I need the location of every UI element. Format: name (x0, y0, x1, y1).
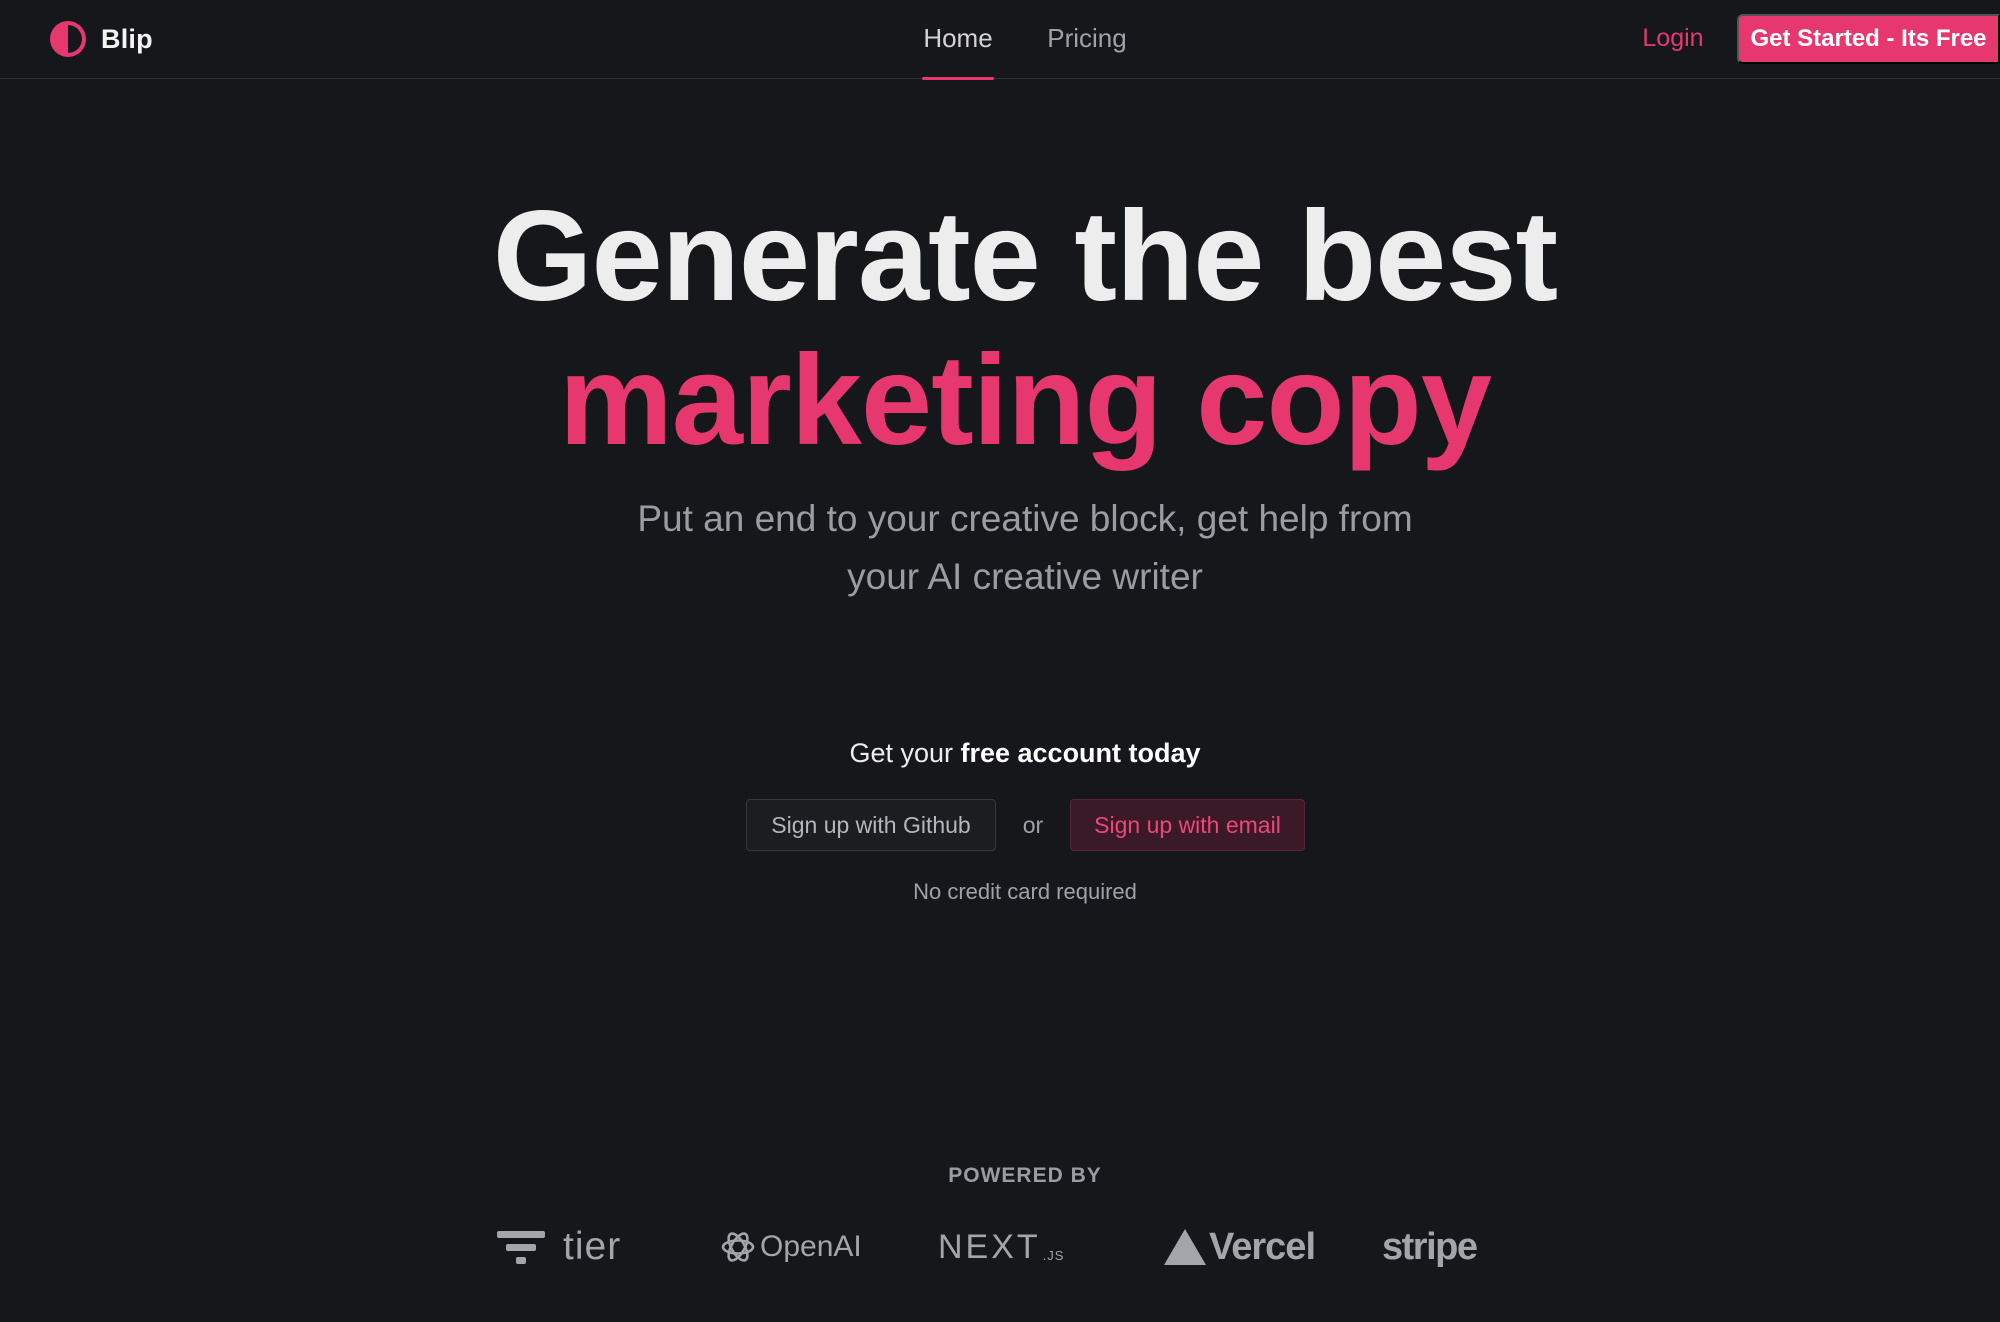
vercel-logo-text: Vercel (1209, 1225, 1316, 1268)
no-credit-card-note: No credit card required (913, 879, 1137, 904)
top-navigation-bar: Blip Home Pricing Login Get Started - It… (0, 0, 2000, 80)
landing-page: Blip Home Pricing Login Get Started - It… (0, 0, 2000, 1322)
half-circle-icon (50, 21, 86, 57)
nav-tab-home[interactable]: Home (922, 0, 994, 80)
tier-logo: tier (497, 1222, 632, 1272)
signup-heading: Get your free account today (0, 736, 2000, 770)
get-started-button[interactable]: Get Started - Its Free (1737, 14, 2000, 64)
nextjs-logo-suffix: .JS (1042, 1247, 1065, 1263)
brand-name: Blip (101, 23, 153, 54)
signup-email-button[interactable]: Sign up with email (1070, 799, 1305, 851)
openai-logo-text: OpenAI (760, 1230, 862, 1263)
brand-home-link[interactable]: Blip (48, 19, 153, 59)
signup-github-button[interactable]: Sign up with Github (746, 799, 996, 851)
tier-logo-icon (497, 1231, 545, 1264)
or-separator: or (1022, 812, 1044, 838)
login-link[interactable]: Login (1630, 0, 1716, 79)
openai-logo: OpenAI (718, 1222, 868, 1272)
openai-logo-icon (721, 1232, 755, 1262)
nav-tab-pricing[interactable]: Pricing (1045, 0, 1129, 79)
hero-subtitle-line1: Put an end to your creative block, get h… (637, 498, 1413, 539)
nextjs-logo-text: NEXT (938, 1227, 1041, 1266)
hero-headline-line2: marketing copy (558, 329, 1492, 472)
tier-logo-text: tier (563, 1225, 622, 1268)
stripe-logo-text: stripe (1382, 1225, 1478, 1268)
vercel-triangle-icon (1164, 1229, 1206, 1265)
vercel-logo: Vercel (1163, 1222, 1333, 1272)
powered-by-label: POWERED BY (948, 1164, 1102, 1187)
hero-headline-line1: Generate the best (492, 185, 1558, 328)
signup-heading-bold: free account today (960, 738, 1201, 768)
signup-heading-prefix: Get your (849, 738, 961, 768)
stripe-logo: stripe (1382, 1222, 1482, 1272)
nextjs-logo: NEXT .JS (938, 1222, 1073, 1272)
hero-subtitle-line2: your AI creative writer (847, 556, 1203, 597)
signup-options: Sign up with Github or Sign up with emai… (0, 799, 2000, 851)
